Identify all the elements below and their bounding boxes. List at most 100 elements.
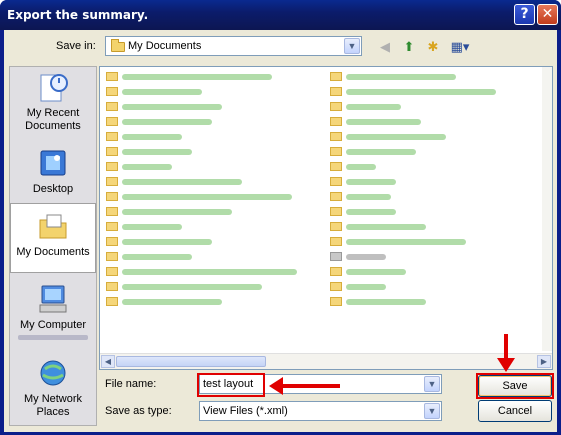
folder-icon bbox=[106, 87, 118, 96]
save-as-type-dropdown[interactable]: View Files (*.xml) ▼ bbox=[199, 401, 442, 421]
list-item[interactable] bbox=[106, 191, 306, 203]
list-item[interactable] bbox=[106, 176, 286, 188]
list-item[interactable] bbox=[330, 146, 510, 158]
desktop-icon bbox=[37, 147, 69, 179]
folder-icon bbox=[106, 132, 118, 141]
folder-icon bbox=[330, 87, 342, 96]
help-button[interactable]: ? bbox=[514, 4, 535, 25]
place-label: My Network Places bbox=[23, 393, 83, 418]
list-item[interactable] bbox=[106, 86, 286, 98]
place-label: My Recent Documents bbox=[25, 107, 81, 132]
place-label: My Documents bbox=[16, 246, 90, 258]
folder-icon bbox=[330, 72, 342, 81]
list-item[interactable] bbox=[106, 206, 286, 218]
list-item[interactable] bbox=[330, 71, 510, 83]
file-list[interactable]: ◀ ▶ bbox=[99, 66, 553, 370]
folder-icon bbox=[330, 192, 342, 201]
horizontal-scrollbar[interactable]: ◀ ▶ bbox=[100, 353, 552, 369]
list-item[interactable] bbox=[330, 221, 510, 233]
folder-icon bbox=[106, 117, 118, 126]
list-item[interactable] bbox=[330, 86, 510, 98]
annotation-arrow-shaft bbox=[504, 334, 508, 360]
new-folder-icon[interactable]: ✱ bbox=[424, 38, 442, 56]
place-desktop[interactable]: Desktop bbox=[10, 147, 96, 196]
list-item[interactable] bbox=[330, 236, 510, 248]
place-my-computer[interactable]: My Computer bbox=[10, 283, 96, 340]
up-folder-icon[interactable]: ⬆ bbox=[400, 38, 418, 56]
scroll-left-icon[interactable]: ◀ bbox=[101, 355, 115, 368]
export-dialog: Export the summary. ? ✕ Save in: My Docu… bbox=[0, 0, 561, 435]
list-item[interactable] bbox=[106, 266, 306, 278]
list-item[interactable] bbox=[106, 296, 286, 308]
annotation-arrow-icon bbox=[497, 358, 515, 372]
list-item[interactable] bbox=[106, 116, 286, 128]
blurred-computer-name bbox=[18, 335, 88, 340]
save-in-dropdown[interactable]: My Documents ▼ bbox=[105, 36, 362, 56]
network-places-icon bbox=[37, 357, 69, 389]
list-item[interactable] bbox=[330, 131, 510, 143]
folder-icon bbox=[330, 267, 342, 276]
annotation-arrow-shaft bbox=[282, 384, 340, 388]
file-name-label: File name: bbox=[105, 378, 157, 390]
folder-icon bbox=[330, 117, 342, 126]
list-item[interactable] bbox=[330, 296, 510, 308]
annotation-highlight-filename bbox=[197, 373, 265, 397]
list-item[interactable] bbox=[330, 161, 510, 173]
place-my-documents[interactable]: My Documents bbox=[10, 203, 96, 273]
folder-icon bbox=[330, 207, 342, 216]
list-item[interactable] bbox=[330, 266, 510, 278]
cancel-button[interactable]: Cancel bbox=[478, 400, 552, 422]
folder-icon bbox=[106, 162, 118, 171]
my-computer-icon bbox=[37, 283, 69, 315]
close-button[interactable]: ✕ bbox=[537, 4, 558, 25]
list-item[interactable] bbox=[330, 206, 510, 218]
folder-icon bbox=[330, 132, 342, 141]
save-in-label: Save in: bbox=[56, 40, 96, 52]
list-item[interactable] bbox=[106, 236, 286, 248]
place-my-network-places[interactable]: My Network Places bbox=[10, 357, 96, 419]
list-item[interactable] bbox=[330, 281, 510, 293]
folder-icon bbox=[330, 147, 342, 156]
chevron-down-icon[interactable]: ▼ bbox=[424, 376, 440, 392]
list-item[interactable] bbox=[106, 131, 286, 143]
list-item[interactable] bbox=[106, 221, 286, 233]
folder-icon bbox=[106, 297, 118, 306]
folder-icon bbox=[106, 237, 118, 246]
views-menu-icon[interactable]: ▦▾ bbox=[448, 38, 472, 56]
folder-icon bbox=[106, 72, 118, 81]
scroll-right-icon[interactable]: ▶ bbox=[537, 355, 551, 368]
list-item[interactable] bbox=[106, 281, 306, 293]
window-title: Export the summary. bbox=[7, 8, 149, 22]
place-label: Desktop bbox=[32, 183, 74, 195]
list-item[interactable] bbox=[106, 146, 286, 158]
folder-icon bbox=[106, 282, 118, 291]
folder-icon bbox=[106, 147, 118, 156]
chevron-down-icon[interactable]: ▼ bbox=[424, 403, 440, 419]
annotation-arrow-icon bbox=[269, 377, 283, 395]
list-item[interactable] bbox=[330, 251, 510, 263]
folder-icon bbox=[330, 282, 342, 291]
place-my-recent-documents[interactable]: My Recent Documents bbox=[10, 71, 96, 133]
folder-icon bbox=[106, 207, 118, 216]
list-item[interactable] bbox=[330, 191, 510, 203]
folder-icon bbox=[106, 252, 118, 261]
chevron-down-icon[interactable]: ▼ bbox=[344, 38, 360, 54]
file-icon bbox=[330, 252, 342, 261]
folder-icon bbox=[106, 192, 118, 201]
folder-icon bbox=[106, 267, 118, 276]
list-item[interactable] bbox=[330, 101, 510, 113]
list-item[interactable] bbox=[106, 251, 286, 263]
list-item[interactable] bbox=[106, 161, 286, 173]
folder-icon bbox=[330, 222, 342, 231]
list-item[interactable] bbox=[106, 71, 286, 83]
list-item[interactable] bbox=[330, 116, 510, 128]
title-bar: Export the summary. ? ✕ bbox=[0, 0, 561, 30]
folder-icon bbox=[106, 177, 118, 186]
list-item[interactable] bbox=[330, 176, 510, 188]
vertical-scrollbar[interactable] bbox=[542, 67, 552, 351]
my-documents-icon bbox=[37, 210, 69, 242]
back-icon[interactable]: ◀ bbox=[376, 38, 394, 56]
scroll-thumb[interactable] bbox=[116, 356, 266, 367]
recent-documents-icon bbox=[37, 71, 69, 103]
list-item[interactable] bbox=[106, 101, 286, 113]
